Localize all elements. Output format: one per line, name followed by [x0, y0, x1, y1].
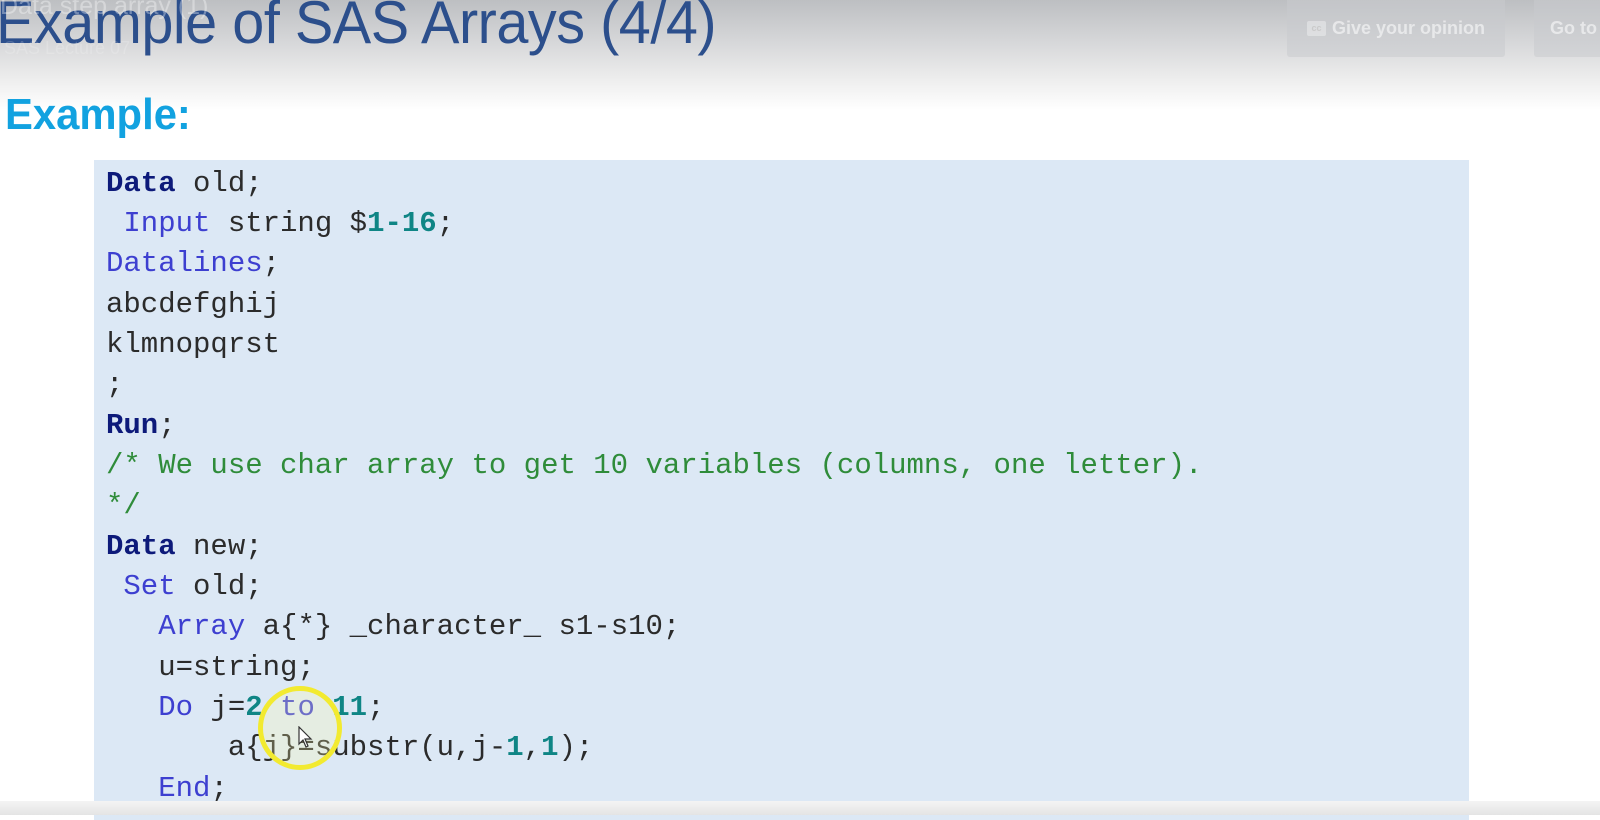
code-text: new; [175, 530, 263, 563]
code-line: Run; [106, 410, 176, 442]
code-line: Set old; [106, 570, 263, 603]
video-subtitle: SAS Lecture 07 [4, 38, 131, 58]
code-text: ; [367, 691, 385, 724]
code-line: Input string $1-16; [106, 208, 454, 240]
code-line: Array a{*} _character_ s1-s10; [106, 611, 680, 643]
code-text: old; [175, 167, 263, 200]
code-text: ; [436, 207, 455, 240]
code-text: string $ [210, 207, 368, 240]
code-keyword: Do [158, 691, 194, 724]
player-bottom-edge [0, 801, 1600, 815]
code-line: Datalines; [106, 248, 280, 280]
code-number: 1 [506, 731, 524, 764]
code-keyword: Run [106, 409, 159, 442]
code-keyword: Datalines [106, 247, 263, 280]
code-line: abcdefghij [106, 289, 280, 321]
code-text: u=string; [106, 651, 315, 684]
code-text: old; [175, 570, 263, 603]
code-line: a{j}=substr(u,j-1,1); [106, 732, 593, 764]
code-line: */ [106, 490, 141, 522]
give-opinion-button[interactable]: cc Give your opinion [1287, 0, 1505, 57]
code-text: ; [158, 409, 176, 442]
section-label: Example: [5, 90, 191, 139]
code-keyword: Data [106, 167, 176, 200]
code-text: , [523, 731, 542, 764]
code-line: /* We use char array to get 10 variables… [106, 450, 1202, 482]
code-text: ; [106, 368, 124, 401]
code-keyword: Data [106, 530, 176, 563]
go-to-label: Go to [1550, 18, 1597, 38]
code-keyword: Set [123, 570, 176, 603]
code-keyword: Array [158, 610, 246, 643]
code-comment: /* We use char array to get 10 variables… [106, 449, 1203, 482]
code-number: 1 [541, 731, 559, 764]
code-line: Do j=2 to 11; [106, 691, 385, 724]
code-line: Data old; [106, 168, 263, 200]
code-line: u=string; [106, 652, 315, 684]
go-to-button[interactable]: Go to [1534, 0, 1600, 57]
code-text: abcdefghij [106, 288, 281, 321]
mouse-pointer-icon [298, 725, 314, 755]
video-title[interactable]: Data step array (1) [0, 0, 208, 21]
code-text: a{*} _character_ s1-s10; [245, 610, 681, 643]
code-comment: */ [106, 489, 141, 522]
code-line: Data new; [106, 531, 263, 563]
code-line: klmnopqrst [106, 329, 280, 361]
code-text: j= [193, 691, 246, 724]
code-text: ); [558, 731, 594, 764]
code-line: ; [106, 369, 123, 401]
code-number: 1-16 [367, 207, 437, 240]
cc-icon: cc [1306, 21, 1326, 36]
code-text: ; [262, 247, 281, 280]
code-keyword: Input [123, 207, 211, 240]
give-opinion-label: Give your opinion [1331, 18, 1485, 38]
code-text: klmnopqrst [106, 328, 281, 361]
